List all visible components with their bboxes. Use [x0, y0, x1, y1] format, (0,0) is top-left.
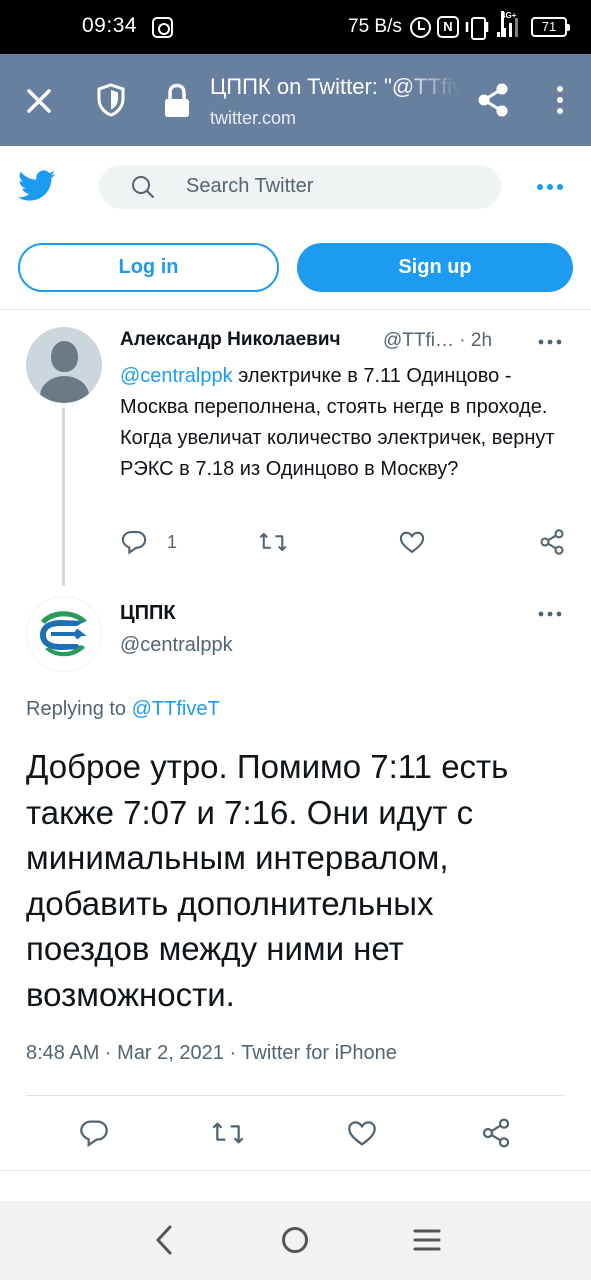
shield-icon[interactable]: [96, 82, 126, 118]
mention-link[interactable]: @centralppk: [120, 365, 233, 387]
home-icon[interactable]: [280, 1225, 310, 1255]
time-separator: ·: [459, 330, 466, 351]
network-speed: 75 B/s: [348, 16, 402, 37]
author-handle[interactable]: @TTfi…: [383, 330, 454, 351]
divider: [0, 309, 591, 310]
search-placeholder: Search Twitter: [186, 175, 314, 197]
avatar[interactable]: [26, 596, 102, 672]
share-icon[interactable]: [476, 82, 510, 118]
alarm-icon: [410, 16, 431, 38]
overflow-menu-icon[interactable]: [550, 84, 570, 116]
signup-button[interactable]: Sign up: [297, 243, 573, 292]
more-icon[interactable]: [538, 337, 562, 347]
author-name[interactable]: Александр Николаевич: [120, 329, 341, 351]
back-icon[interactable]: [150, 1223, 178, 1257]
vibrate-icon: [465, 16, 489, 40]
thread-connector: [62, 408, 65, 586]
share-icon[interactable]: [538, 528, 566, 556]
search-input[interactable]: Search Twitter: [99, 165, 501, 209]
signal-icon: 4G+: [495, 11, 521, 39]
battery-icon: 71: [531, 17, 570, 37]
status-bar: 09:34 75 B/s N 4G+ 71: [0, 0, 591, 54]
nfc-icon: N: [437, 16, 459, 38]
default-avatar-body: [40, 376, 89, 403]
like-icon[interactable]: [346, 1117, 378, 1149]
title-fade: [400, 72, 460, 104]
share-icon[interactable]: [480, 1117, 512, 1149]
avatar[interactable]: [26, 327, 102, 403]
like-icon[interactable]: [398, 528, 426, 556]
lock-icon[interactable]: [160, 82, 194, 120]
replying-to: Replying to @TTfiveT: [26, 698, 220, 721]
author-handle-time[interactable]: @TTfi… · 2h: [383, 330, 492, 352]
tweet-meta: 8:48 AM · Mar 2, 2021 · Twitter for iPho…: [26, 1042, 397, 1064]
divider: [0, 1170, 591, 1171]
divider: [26, 1095, 565, 1096]
replying-prefix: Replying to: [26, 698, 132, 720]
tweet-text: @centralppk электричке в 7.11 Одинцово -…: [120, 361, 570, 485]
login-button[interactable]: Log in: [18, 243, 279, 292]
reply-count: 1: [167, 532, 178, 552]
tweet-actions: 1: [120, 528, 570, 558]
reply-icon[interactable]: [120, 528, 148, 556]
tweet-text: Доброе утро. Помимо 7:11 есть также 7:07…: [26, 748, 509, 1013]
camera-notification-icon: [152, 17, 173, 38]
reply-icon[interactable]: [78, 1117, 110, 1149]
search-icon: [131, 175, 155, 199]
twitter-bird-icon[interactable]: [18, 170, 56, 202]
status-icons: N 4G+ 71: [410, 11, 570, 40]
default-avatar-head: [51, 341, 78, 372]
more-options-icon[interactable]: [536, 178, 564, 196]
page-url[interactable]: twitter.com: [210, 108, 296, 129]
tweet-actions: [26, 1115, 565, 1151]
author-handle[interactable]: @centralppk: [120, 634, 233, 657]
status-time: 09:34: [82, 14, 138, 37]
cppk-logo-icon: [30, 600, 98, 668]
tweet-time[interactable]: 2h: [471, 330, 492, 351]
recent-apps-icon[interactable]: [412, 1227, 442, 1253]
retweet-icon[interactable]: [258, 528, 287, 556]
close-icon[interactable]: [22, 84, 56, 118]
author-name[interactable]: ЦППК: [120, 602, 176, 625]
browser-toolbar: ЦППК on Twitter: "@TTfiveT twitter.com: [0, 54, 591, 146]
replying-to-link[interactable]: @TTfiveT: [132, 698, 220, 720]
retweet-icon[interactable]: [210, 1117, 246, 1149]
system-nav-bar: [0, 1201, 591, 1280]
more-icon[interactable]: [538, 609, 562, 619]
